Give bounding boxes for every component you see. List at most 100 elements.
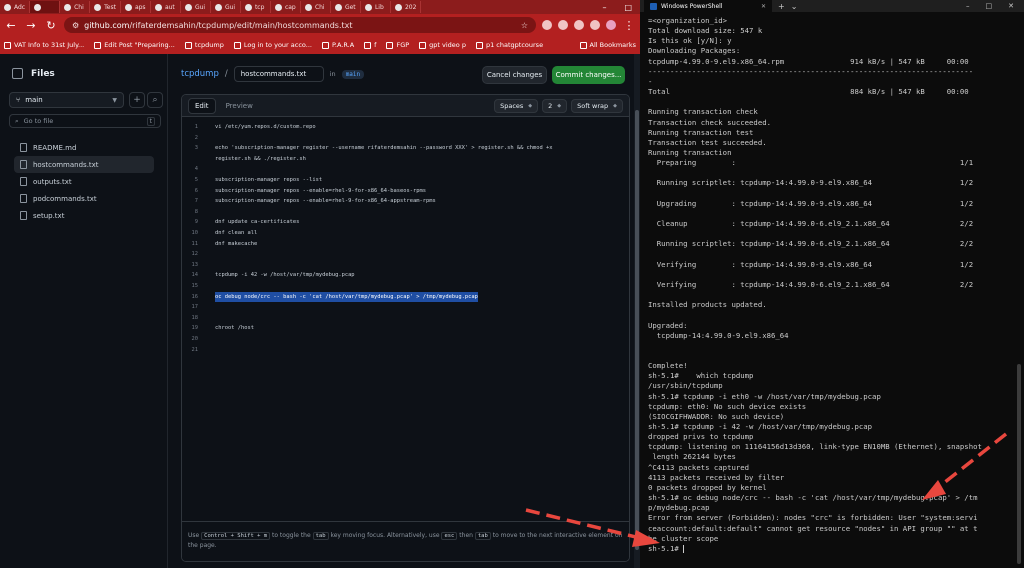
file-icon: [20, 160, 27, 169]
bookmark-item[interactable]: tcpdump: [184, 41, 224, 49]
powershell-tab[interactable]: Windows PowerShell ✕: [644, 0, 772, 12]
add-file-button[interactable]: +: [129, 92, 145, 108]
file-item-selected[interactable]: hostcommands.txt: [14, 156, 154, 173]
code-line[interactable]: 9 dnf update ca-certificates: [182, 217, 629, 227]
bookmark-item[interactable]: FGP: [386, 41, 409, 49]
address-bar[interactable]: ⚙ github.com/rifaterdemsahin/tcpdump/edi…: [64, 17, 536, 33]
browser-tab-active[interactable]: [30, 1, 61, 13]
browser-tab[interactable]: 202: [391, 1, 422, 13]
code-line[interactable]: 18: [182, 313, 629, 323]
code-line[interactable]: 1 vi /etc/yum.repos.d/custom.repo: [182, 122, 629, 132]
terminal-line: ----------------------------------------…: [648, 66, 974, 76]
tab-preview[interactable]: Preview: [220, 99, 259, 113]
code-line[interactable]: 21: [182, 345, 629, 355]
code-line[interactable]: 7 subscription-manager repos --enable=rhe…: [182, 196, 629, 206]
code-line[interactable]: 16 oc debug node/crc -- bash -c 'cat /hos…: [182, 291, 629, 302]
branch-icon: ⑂: [16, 96, 21, 104]
code-line[interactable]: 14 tcpdump -i 42 -w /host/var/tmp/mydebug…: [182, 270, 629, 280]
bookmark-item[interactable]: p1 chatgptcourse: [475, 41, 543, 49]
tab-edit[interactable]: Edit: [188, 97, 216, 114]
branch-selector[interactable]: ⑂ main ▼: [9, 92, 124, 108]
code-line[interactable]: 3 echo 'subscription-manager register --u…: [182, 143, 629, 153]
file-item[interactable]: podcommands.txt: [14, 190, 154, 207]
code-line[interactable]: 17: [182, 302, 629, 312]
indent-size-select[interactable]: 2 ◆: [542, 98, 568, 113]
bookmark-item[interactable]: P.A.R.A: [321, 41, 354, 49]
reload-icon[interactable]: ↻: [44, 19, 58, 32]
code-line[interactable]: 2: [182, 133, 629, 143]
code-line[interactable]: 4: [182, 164, 629, 174]
filename-input[interactable]: hostcommands.txt: [233, 66, 324, 82]
browser-tab[interactable]: Chi: [301, 1, 331, 13]
browser-tab[interactable]: Gui: [211, 1, 241, 13]
bookmark-item[interactable]: gpt video p: [419, 41, 466, 49]
code-line[interactable]: 6 subscription-manager repos --enable=rhe…: [182, 186, 629, 196]
code-line[interactable]: 8: [182, 207, 629, 217]
terminal-scrollbar[interactable]: [1016, 14, 1022, 568]
scrollbar-thumb[interactable]: [1017, 364, 1021, 564]
file-item[interactable]: README.md: [14, 139, 154, 156]
commit-changes-button[interactable]: Commit changes...: [552, 66, 625, 84]
browser-tab[interactable]: Adc: [0, 1, 31, 13]
extension-icon[interactable]: [574, 20, 584, 30]
browser-tab[interactable]: Lib: [361, 1, 391, 13]
forward-icon[interactable]: →: [24, 19, 38, 32]
bookmark-item[interactable]: VAT Info to 31st July...: [4, 41, 84, 49]
code-line[interactable]: register.sh && ./register.sh: [182, 154, 629, 164]
sidebar-toggle-icon[interactable]: [12, 68, 23, 79]
code-line[interactable]: 11 dnf makecache: [182, 239, 629, 249]
bookmark-label: FGP: [396, 41, 410, 49]
folder-icon: [579, 41, 587, 49]
back-icon[interactable]: ←: [4, 19, 18, 32]
wrap-mode-select[interactable]: Soft wrap ◆: [571, 98, 623, 113]
site-info-icon[interactable]: ⚙: [72, 21, 79, 30]
browser-tab[interactable]: aps: [121, 1, 151, 13]
bookmark-item[interactable]: Edit Post "Preparing...: [94, 41, 175, 49]
bookmark-star-icon[interactable]: ☆: [521, 21, 528, 30]
scrollbar-thumb[interactable]: [635, 110, 639, 550]
bookmark-item[interactable]: f: [364, 41, 376, 49]
browser-tab[interactable]: Get: [331, 1, 361, 13]
code-line[interactable]: 10 dnf clean all: [182, 228, 629, 238]
bookmark-item[interactable]: Log in to your acco...: [233, 41, 312, 49]
file-item[interactable]: setup.txt: [14, 207, 154, 224]
browser-tab[interactable]: Gui: [181, 1, 211, 13]
maximize-icon[interactable]: □: [986, 2, 993, 10]
extension-icon[interactable]: [558, 20, 568, 30]
close-icon[interactable]: ✕: [761, 3, 766, 10]
browser-tab[interactable]: tcp: [241, 1, 271, 13]
cancel-changes-button[interactable]: Cancel changes: [482, 66, 547, 84]
tab-favicon-icon: [364, 3, 372, 11]
extension-icon[interactable]: [590, 20, 600, 30]
line-number: 14: [191, 272, 199, 279]
go-to-file-input[interactable]: ⌕ Go to file t: [9, 114, 161, 128]
profile-avatar-icon[interactable]: [606, 20, 616, 30]
search-button[interactable]: ⌕: [147, 92, 163, 108]
bookmark-label: gpt video p: [429, 41, 466, 49]
browser-tab[interactable]: Chi: [60, 1, 91, 13]
minimize-icon[interactable]: –: [602, 3, 606, 12]
code-line[interactable]: 12: [182, 249, 629, 259]
code-line[interactable]: 13: [182, 260, 629, 270]
menu-icon[interactable]: ⋮: [622, 19, 636, 32]
new-tab-icon[interactable]: +: [778, 2, 785, 11]
chevron-down-icon[interactable]: ⌄: [791, 2, 798, 11]
code-line[interactable]: 20: [182, 334, 629, 344]
all-bookmarks[interactable]: All Bookmarks: [579, 41, 636, 49]
bookmark-icon: [94, 41, 102, 49]
close-icon[interactable]: ✕: [1008, 2, 1014, 10]
code-line[interactable]: 5 subscription-manager repos --list: [182, 175, 629, 185]
browser-tab[interactable]: cap: [271, 1, 301, 13]
indent-mode-select[interactable]: Spaces ◆: [494, 98, 539, 113]
code-line[interactable]: 19 chroot /host: [182, 323, 629, 333]
maximize-icon[interactable]: □: [624, 3, 632, 12]
extension-icon[interactable]: [542, 20, 552, 30]
repo-link[interactable]: tcpdump: [181, 69, 219, 79]
browser-tab[interactable]: Test: [90, 1, 121, 13]
code-line[interactable]: 15: [182, 281, 629, 291]
minimize-icon[interactable]: –: [966, 2, 970, 10]
browser-tab[interactable]: aut: [151, 1, 181, 13]
browser-toolbar: ← → ↻ ⚙ github.com/rifaterdemsahin/tcpdu…: [0, 14, 640, 36]
code-area[interactable]: 1 vi /etc/yum.repos.d/custom.repo 2 3 echo '…: [182, 117, 629, 521]
file-item[interactable]: outputs.txt: [14, 173, 154, 190]
